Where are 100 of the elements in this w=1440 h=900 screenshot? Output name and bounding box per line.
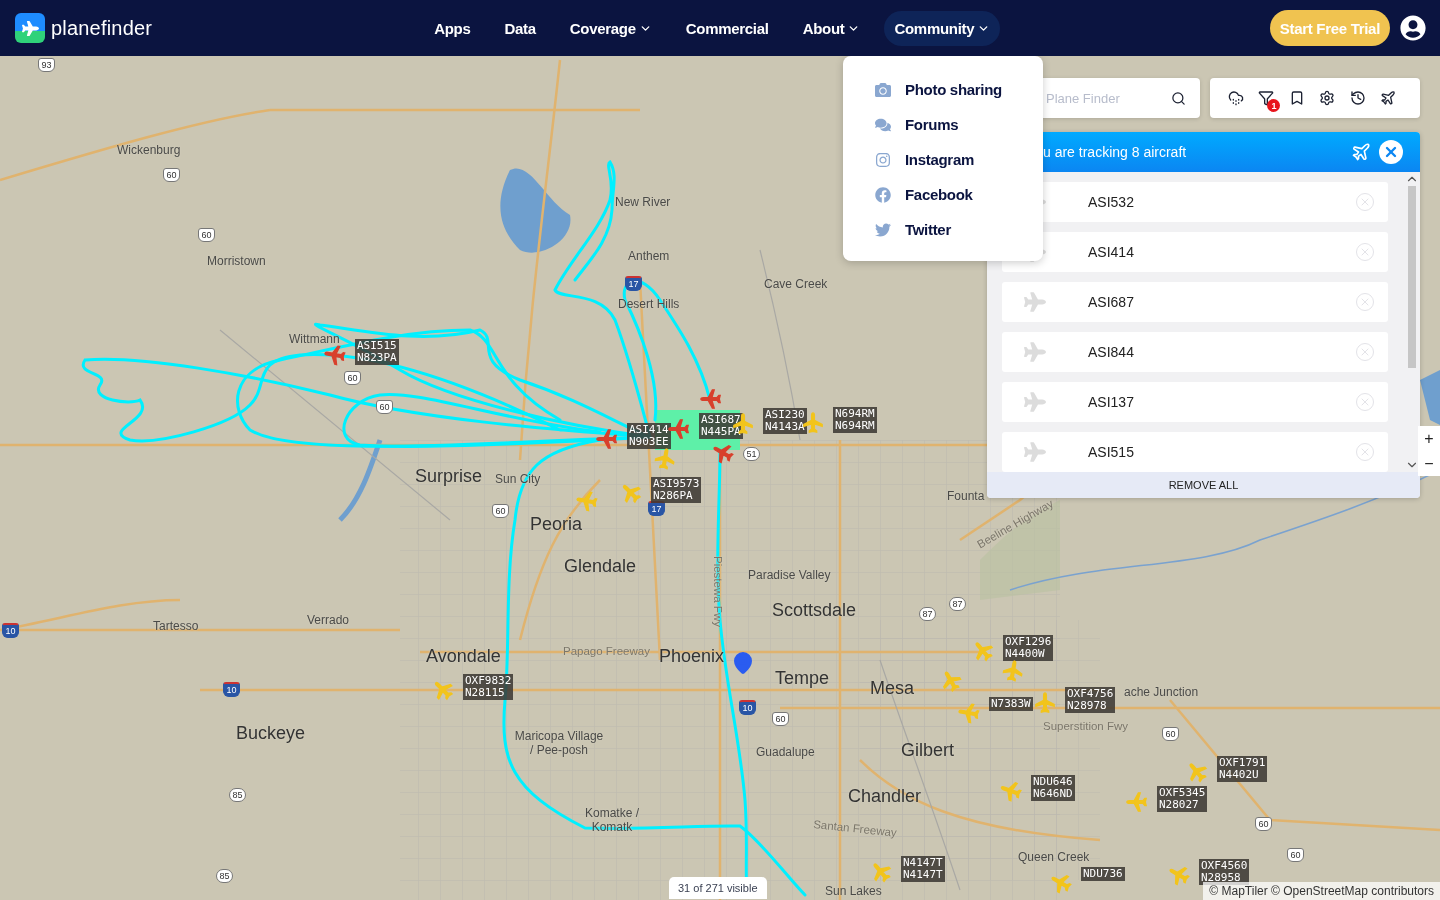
close-button[interactable] — [1379, 140, 1403, 164]
callsign-text: OXF1791 — [1219, 757, 1266, 769]
tracked-aircraft-row[interactable]: ASI844 — [1002, 332, 1388, 372]
logo-wordmark: planefinder — [51, 16, 153, 40]
plane-icon — [1024, 441, 1046, 463]
registration-text: N28115 — [465, 687, 506, 699]
close-icon — [1359, 346, 1371, 358]
route-shield: 60 — [1162, 727, 1179, 741]
nav-link[interactable]: Coverage — [559, 10, 662, 46]
callsign-text: ASI9573 — [653, 478, 700, 490]
aircraft-tag[interactable]: OXF1296 N4400W — [1003, 635, 1054, 661]
filter-count-badge: 1 — [1267, 99, 1281, 112]
aircraft-tag[interactable]: N7383W — [989, 697, 1033, 711]
place-label: Scottsdale — [772, 600, 857, 621]
map-attribution: © MapTiler © OpenStreetMap contributors — [1203, 882, 1440, 900]
aircraft-tag[interactable]: OXF9832 N28115 — [463, 674, 514, 700]
place-label: Surprise — [415, 466, 483, 487]
callsign-text: ASI515 — [357, 340, 397, 352]
remove-all-button[interactable]: REMOVE ALL — [987, 472, 1420, 498]
aircraft-tag[interactable]: NDU736 — [1081, 867, 1125, 881]
aircraft-tag[interactable]: OXF4756 N28978 — [1065, 687, 1116, 713]
registration-text: N4400W — [1005, 648, 1046, 660]
menu-item[interactable]: Forums — [843, 107, 1043, 142]
registration-text: N28958 — [1201, 872, 1242, 884]
registration-text: N28027 — [1159, 799, 1200, 811]
aircraft-tag[interactable]: N4147T N4147T — [901, 856, 945, 882]
callsign-text: ASI414 — [629, 424, 669, 436]
aircraft-tag[interactable]: ASI515 N823PA — [355, 339, 399, 365]
registration-text: N445PA — [701, 426, 741, 438]
callsign-text: OXF4756 — [1067, 688, 1114, 700]
history-icon — [1349, 90, 1366, 106]
plane-icon — [1024, 341, 1046, 363]
aircraft-tag[interactable]: ASI9573 N286PA — [651, 477, 702, 503]
place-label: Queen Creek — [1018, 850, 1090, 864]
road-label: Superstition Fwy — [1043, 720, 1128, 732]
zoom-in-button[interactable]: + — [1424, 430, 1434, 447]
nav-link[interactable]: Apps — [424, 10, 481, 46]
nav-link[interactable]: About — [792, 10, 871, 46]
aircraft-tag[interactable]: N694RM N694RM — [833, 407, 877, 433]
tracked-aircraft-row[interactable]: ASI687 — [1002, 282, 1388, 322]
place-label: Peoria — [530, 514, 583, 535]
menu-item[interactable]: Photo sharing — [843, 72, 1043, 107]
filter-button[interactable]: 1 — [1258, 90, 1281, 112]
registration-text: N646ND — [1033, 788, 1073, 800]
route-shield: 10 — [739, 700, 756, 715]
close-icon — [1359, 446, 1371, 458]
search-input[interactable]: Plane Finder — [1044, 89, 1171, 107]
camera-icon — [875, 81, 891, 98]
route-shield: 17 — [625, 276, 642, 291]
registration-text: N4143A — [765, 421, 805, 433]
aircraft-icon[interactable] — [1002, 660, 1024, 682]
place-label: Avondale — [426, 646, 501, 667]
route-shield: 85 — [216, 869, 233, 883]
tracked-aircraft-row[interactable]: ASI515 — [1002, 432, 1388, 472]
aircraft-tag[interactable]: NDU646 N646ND — [1031, 775, 1075, 801]
place-label: Glendale — [564, 556, 637, 577]
place-label: Wickenburg — [117, 143, 181, 157]
registration-text: N286PA — [653, 490, 694, 502]
aircraft-icon[interactable] — [596, 428, 618, 450]
panel-title: u are tracking 8 aircraft — [1043, 144, 1188, 160]
route-shield: 60 — [163, 168, 180, 182]
callsign-text: OXF5345 — [1159, 787, 1206, 799]
route-shield: 10 — [2, 623, 19, 638]
place-label: Founta — [947, 489, 985, 503]
place-label: Sun Lakes — [825, 884, 882, 898]
aircraft-tag[interactable]: ASI230 N4143A — [763, 408, 807, 434]
aircraft-callsign: ASI414 — [1088, 244, 1135, 260]
close-icon — [1359, 246, 1371, 258]
settings-icon — [1319, 90, 1336, 106]
aircraft-callsign: ASI687 — [1088, 294, 1135, 310]
aircraft-tag[interactable]: OXF1791 N4402U — [1217, 756, 1268, 782]
aircraft-tag[interactable]: ASI687 N445PA — [699, 413, 743, 439]
aircraft-tag[interactable]: OXF4560 N28958 — [1199, 859, 1250, 885]
user-account-icon[interactable] — [1400, 15, 1426, 41]
nav-link[interactable]: Data — [494, 10, 546, 46]
zoom-out-button[interactable]: − — [1424, 455, 1434, 472]
menu-item[interactable]: Instagram — [843, 142, 1043, 177]
aircraft-icon[interactable] — [654, 448, 676, 470]
callsign-text: ASI687 — [701, 414, 741, 426]
aircraft-icon[interactable] — [700, 388, 722, 410]
tracked-aircraft-row[interactable]: ASI414 — [1002, 232, 1388, 272]
aircraft-tag[interactable]: ASI414 N903EE — [627, 423, 671, 449]
plane-icon — [1351, 142, 1371, 162]
registration-text: N4402U — [1219, 769, 1260, 781]
route-shield: 60 — [1255, 817, 1272, 831]
visible-count-text: 31 of 271 visible — [669, 877, 767, 899]
road-label: Santan Freeway — [812, 818, 898, 839]
aircraft-icon[interactable] — [324, 344, 346, 366]
nav-link[interactable]: Community — [884, 10, 1001, 46]
place-label: Chandler — [848, 786, 922, 807]
aircraft-tag[interactable]: OXF5345 N28027 — [1157, 786, 1208, 812]
place-label: Paradise Valley — [748, 568, 831, 582]
road-label: Papago Freeway — [563, 645, 650, 657]
tracked-aircraft-row[interactable]: ASI137 — [1002, 382, 1388, 422]
registration-text: N4147T — [903, 869, 943, 881]
search-icon[interactable] — [1171, 90, 1186, 106]
nav-link[interactable]: Commercial — [675, 10, 779, 46]
callsign-text: N4147T — [903, 857, 943, 869]
aircraft-icon[interactable] — [668, 418, 690, 440]
place-label: Verrado — [307, 613, 350, 627]
